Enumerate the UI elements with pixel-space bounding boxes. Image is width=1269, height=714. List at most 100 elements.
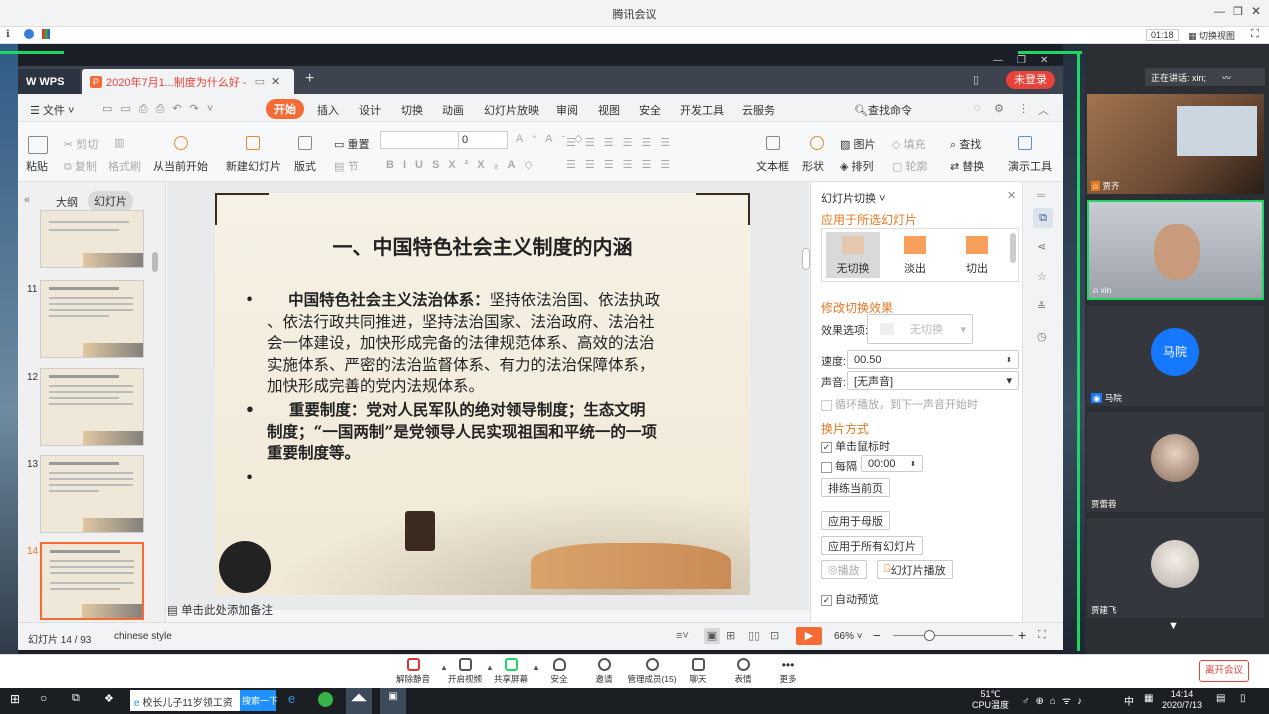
- monitor-icon[interactable]: ▭: [255, 75, 265, 88]
- app-icon[interactable]: ❖: [104, 692, 114, 705]
- close-icon[interactable]: ✕: [1251, 4, 1261, 18]
- tab-slideshow[interactable]: 幻灯片放映: [484, 102, 539, 118]
- share-icon[interactable]: ⋖: [1037, 240, 1046, 253]
- security-shield-icon[interactable]: [24, 29, 34, 39]
- login-button[interactable]: 未登录: [1006, 71, 1055, 89]
- participant-tile[interactable]: ⍝ 贾齐: [1087, 94, 1264, 194]
- zoom-slider-track[interactable]: [893, 635, 1013, 636]
- share-screen-button[interactable]: 共享屏幕: [488, 658, 534, 685]
- paste-icon[interactable]: [28, 136, 51, 154]
- participant-tile[interactable]: 贾建飞: [1087, 518, 1264, 618]
- comment-icon[interactable]: ◌: [974, 102, 981, 114]
- tab-close-icon[interactable]: ✕: [271, 75, 280, 88]
- notification-icon[interactable]: ▤: [1216, 693, 1225, 704]
- more-icon[interactable]: ⋮: [1018, 102, 1029, 115]
- emoji-button[interactable]: 表情: [720, 658, 766, 685]
- tab-home[interactable]: 开始: [266, 99, 304, 119]
- zoom-slider-thumb[interactable]: [924, 630, 935, 641]
- start-video-button[interactable]: 开启视频: [442, 658, 488, 685]
- ime-indicator[interactable]: 中: [1124, 693, 1134, 708]
- outline-button[interactable]: ▢ 轮廓: [892, 158, 927, 174]
- collapse-panel-icon[interactable]: «: [24, 194, 30, 206]
- slide-thumbnail[interactable]: [40, 455, 144, 533]
- fullscreen-icon[interactable]: ⛶: [1251, 28, 1259, 41]
- sound-select[interactable]: [无声音] ▾: [847, 371, 1019, 390]
- apply-master-button[interactable]: 应用于母版: [821, 511, 890, 530]
- tab-transition[interactable]: 切换: [401, 102, 423, 118]
- on-click-checkbox[interactable]: ✓ 单击鼠标时: [821, 438, 890, 454]
- participant-tile[interactable]: 马院 ◉ 马院: [1087, 306, 1264, 406]
- windows-start-icon[interactable]: ⊞: [10, 692, 20, 706]
- effect-fade[interactable]: 淡出: [888, 232, 942, 278]
- participant-tile[interactable]: 贾蕾蓉: [1087, 412, 1264, 512]
- text-format-icons[interactable]: BIUSX²X₂A◇: [386, 158, 542, 171]
- fill-button[interactable]: ◇ 填充: [892, 136, 926, 152]
- gallery-scrollbar[interactable]: [1010, 233, 1016, 263]
- tray-icons[interactable]: ♂⊕⌂ᯤ♪: [1022, 693, 1088, 707]
- unmute-button[interactable]: 解除静音: [390, 658, 436, 685]
- edge-icon[interactable]: e: [288, 691, 295, 706]
- canvas-scrollbar[interactable]: [802, 248, 810, 270]
- browser-360-icon[interactable]: [318, 692, 333, 707]
- section-button[interactable]: ▤ 节: [334, 158, 358, 174]
- tab-insert[interactable]: 插入: [317, 102, 339, 118]
- info-icon[interactable]: ℹ: [6, 29, 10, 40]
- history-icon[interactable]: ◷: [1037, 330, 1047, 343]
- ime-mode-icon[interactable]: ▦: [1144, 693, 1153, 704]
- panel-scrollbar[interactable]: [152, 252, 158, 272]
- window-controls[interactable]: —❐✕: [993, 55, 1062, 66]
- slideshow-button[interactable]: ⍈ 幻灯片播放: [877, 560, 953, 579]
- switch-view-button[interactable]: ▦ 切换视图: [1188, 29, 1235, 42]
- cut-button[interactable]: ✂ 剪切: [64, 136, 98, 152]
- animation-star-icon[interactable]: ☆: [1037, 270, 1047, 283]
- properties-sliders-icon[interactable]: ≚: [1037, 300, 1046, 313]
- outline-tab[interactable]: 大纲: [56, 194, 78, 210]
- minimize-icon[interactable]: —: [1214, 6, 1225, 18]
- every-checkbox[interactable]: 每隔: [821, 458, 857, 474]
- slide-thumbnail[interactable]: [40, 210, 144, 268]
- notes-area[interactable]: ▤ 单击此处添加备注: [167, 602, 273, 618]
- tablet-icon[interactable]: ▯: [973, 73, 979, 86]
- play-button[interactable]: ◎ 播放: [821, 560, 867, 579]
- manage-members-button[interactable]: 管理成员(15): [626, 658, 678, 685]
- loop-sound-checkbox[interactable]: 循环播放，到下一声音开始时: [821, 396, 978, 412]
- reset-button[interactable]: ▭ 重置: [334, 136, 369, 152]
- invite-button[interactable]: 邀请: [581, 658, 627, 685]
- auto-preview-checkbox[interactable]: ✓ 自动预览: [821, 591, 879, 607]
- textbox-button[interactable]: 文本框: [756, 158, 789, 174]
- paragraph-icons[interactable]: ☰☰☰☰☰☰: [566, 136, 679, 149]
- pane-close-icon[interactable]: ✕: [1007, 189, 1016, 202]
- presenter-view-icon[interactable]: ⊡: [770, 629, 779, 642]
- security-button[interactable]: 安全: [536, 658, 582, 685]
- notes-toggle-icon[interactable]: ≡˅: [676, 630, 689, 642]
- tab-animation[interactable]: 动画: [442, 102, 464, 118]
- chat-button[interactable]: 聊天: [675, 658, 721, 685]
- file-menu[interactable]: ☰ 文件 ˅: [30, 102, 74, 118]
- app-window-task-icon[interactable]: ▣: [380, 688, 406, 714]
- arrange-button[interactable]: ◈ 排列: [840, 158, 874, 174]
- zoom-in-icon[interactable]: +: [1018, 627, 1026, 643]
- new-tab-icon[interactable]: +: [305, 70, 314, 88]
- copy-button[interactable]: ⧉ 复制: [64, 158, 97, 174]
- shape-button[interactable]: 形状: [802, 158, 824, 174]
- zoom-level[interactable]: 66% ˅: [834, 631, 863, 642]
- tab-cloud[interactable]: 云服务: [742, 102, 775, 118]
- leave-meeting-button[interactable]: 离开会议: [1199, 660, 1249, 682]
- slide[interactable]: 一、中国特色社会主义制度的内涵 • 中国特色社会主义法治体系：坚持依法治国、依法执…: [215, 193, 750, 595]
- format-painter-button[interactable]: 格式刷: [108, 158, 141, 174]
- slides-tab[interactable]: 幻灯片: [88, 191, 133, 211]
- more-button[interactable]: ••• 更多: [765, 658, 811, 685]
- layout-button[interactable]: 版式: [294, 158, 316, 174]
- sorter-view-icon[interactable]: ⊞: [726, 629, 735, 642]
- speed-input[interactable]: 00.50 ⬍: [847, 350, 1019, 369]
- font-size-input[interactable]: 0: [458, 131, 508, 149]
- font-name-input[interactable]: [380, 131, 460, 149]
- tab-security[interactable]: 安全: [639, 102, 661, 118]
- rehearse-button[interactable]: 排练当前页: [821, 478, 890, 497]
- drag-handle-icon[interactable]: ═: [1037, 190, 1045, 202]
- gear-icon[interactable]: ⚙: [994, 102, 1004, 115]
- collapse-ribbon-icon[interactable]: ︿: [1038, 102, 1049, 118]
- every-input[interactable]: 00:00 ⬍: [861, 455, 923, 472]
- slide-thumbnail[interactable]: [40, 368, 144, 446]
- wps-app-tab[interactable]: W WPS: [18, 69, 80, 94]
